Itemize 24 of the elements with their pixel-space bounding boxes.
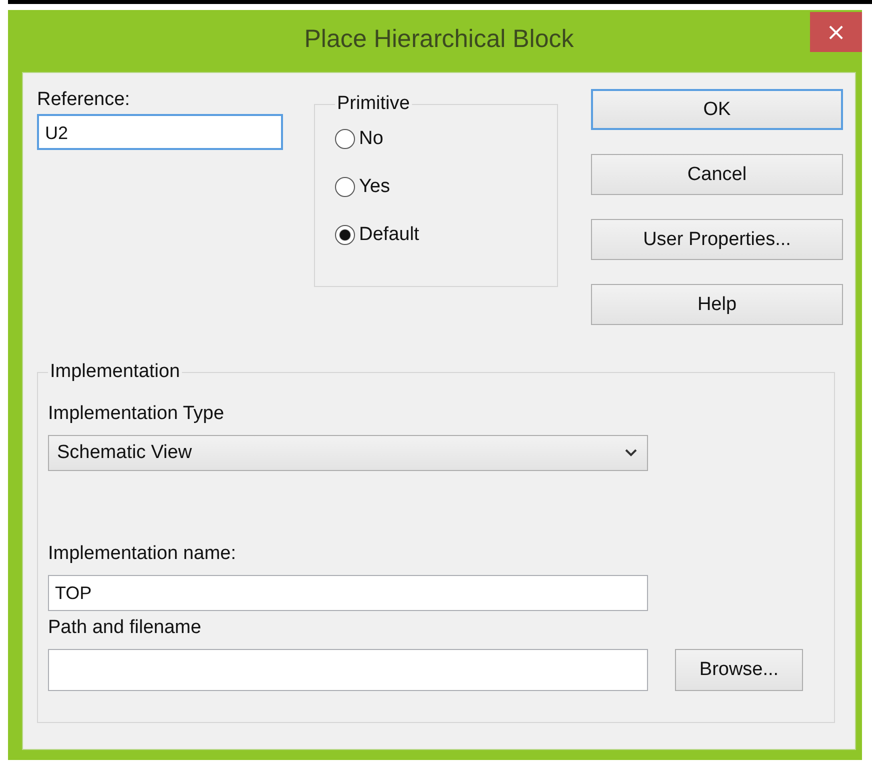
implementation-type-label: Implementation Type	[48, 403, 226, 425]
window-title: Place Hierarchical Block	[304, 24, 574, 54]
implementation-name-field[interactable]: TOP	[48, 575, 648, 611]
radio-button[interactable]	[335, 129, 355, 149]
group-title: Implementation	[49, 361, 181, 383]
browse-button[interactable]: Browse...	[675, 649, 803, 691]
path-field[interactable]	[48, 649, 648, 691]
radio-label[interactable]: Yes	[359, 176, 390, 198]
dialog-button[interactable]: Help	[591, 284, 843, 325]
radio-button[interactable]	[335, 177, 355, 197]
radio-label[interactable]: No	[359, 128, 384, 150]
group-title: Primitive	[336, 93, 411, 115]
dialog-button[interactable]: Cancel	[591, 154, 843, 195]
implementation-type-dropdown[interactable]: Schematic View	[48, 435, 648, 471]
reference-field[interactable]: U2	[37, 114, 283, 150]
radio-label[interactable]: Default	[359, 224, 420, 246]
close-button[interactable]: ×	[810, 12, 862, 52]
radio-button[interactable]	[335, 225, 355, 245]
reference-label: Reference:	[37, 89, 130, 111]
path-and-filename-label: Path and filename	[48, 617, 202, 639]
chevron-down-icon	[625, 449, 637, 457]
dialog-button[interactable]: OK	[591, 89, 843, 130]
dialog-button[interactable]: User Properties...	[591, 219, 843, 260]
implementation-name-label: Implementation name:	[48, 543, 237, 565]
